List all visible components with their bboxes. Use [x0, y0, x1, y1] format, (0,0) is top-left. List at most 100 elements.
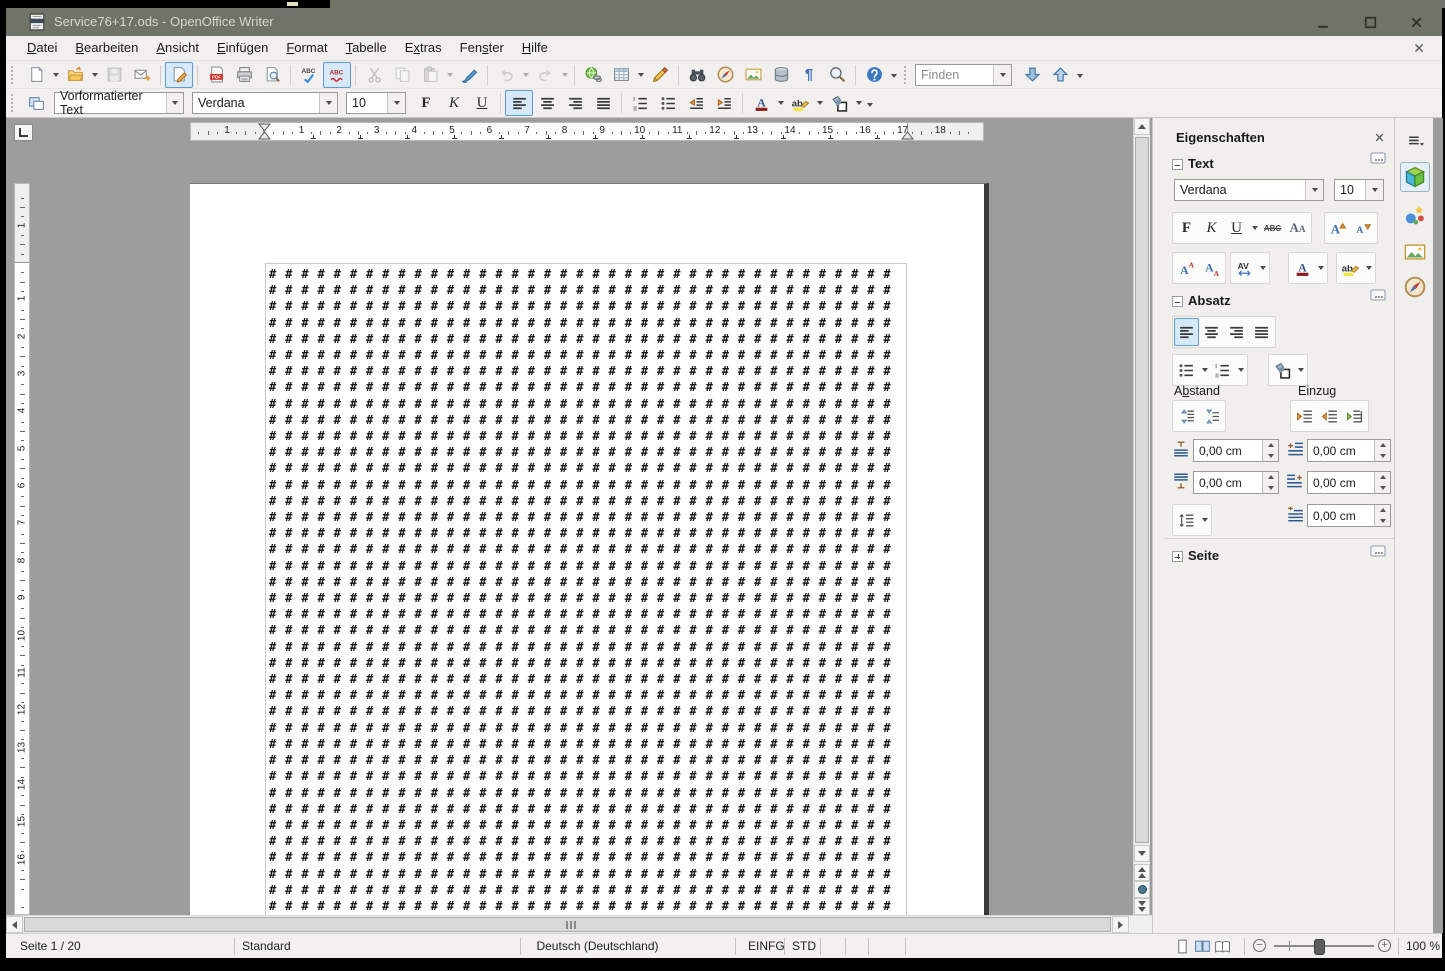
tab-properties[interactable]	[1400, 162, 1430, 192]
sidebar-highlighting-dropdown[interactable]	[1363, 256, 1374, 280]
sidebar-underline-button[interactable]: U	[1224, 214, 1249, 242]
spin-down[interactable]	[1375, 516, 1390, 527]
find-toolbar-overflow[interactable]	[1074, 64, 1085, 88]
sidebar-italic-button[interactable]: K	[1199, 214, 1224, 242]
increase-indent-button[interactable]	[710, 90, 738, 116]
tab-navigator[interactable]	[1400, 272, 1430, 302]
menu-item-tabelle[interactable]: Tabelle	[337, 36, 396, 60]
insert-table-dropdown[interactable]	[635, 63, 646, 87]
sidebar-align-right-button[interactable]	[1224, 318, 1249, 346]
formatting-toolbar-grip[interactable]	[11, 94, 16, 112]
paragraph-style-select[interactable]: Vorformatierter Text	[54, 92, 184, 114]
font-size-select[interactable]: 10	[346, 92, 406, 114]
font-size-dropdown[interactable]	[387, 93, 405, 113]
underline-button[interactable]: U	[468, 90, 496, 116]
status-language[interactable]: Deutsch (Deutschland)	[490, 939, 705, 953]
spin-up[interactable]	[1375, 505, 1390, 516]
tab-styles-formatting[interactable]	[1400, 200, 1430, 230]
page-preview-button[interactable]	[258, 62, 286, 88]
data-sources-button[interactable]	[767, 62, 795, 88]
find-input[interactable]: Finden	[915, 64, 1012, 86]
email-button[interactable]	[128, 62, 156, 88]
text-dialog-launcher-icon[interactable]	[1370, 152, 1386, 164]
scroll-down-button[interactable]	[1134, 845, 1150, 862]
strikethrough-button[interactable]: ABC	[1260, 214, 1285, 242]
toolbar-overflow-dropdown[interactable]	[888, 64, 899, 88]
status-insert-mode[interactable]: EINFG	[748, 939, 785, 953]
status-page-number[interactable]: Seite 1 / 20	[20, 939, 81, 953]
sidebar-font-color-button[interactable]	[1290, 254, 1315, 282]
scroll-right-button[interactable]	[1112, 916, 1129, 933]
decrease-font-size-button[interactable]	[1351, 214, 1376, 242]
status-page-style[interactable]: Standard	[242, 939, 291, 953]
vertical-scroll-thumb[interactable]	[1135, 137, 1149, 843]
background-color-button[interactable]	[825, 90, 853, 116]
export-pdf-button[interactable]	[202, 62, 230, 88]
character-spacing-dropdown[interactable]	[1257, 256, 1268, 280]
spin-down[interactable]	[1263, 451, 1278, 462]
sidebar-highlighting-button[interactable]	[1338, 254, 1363, 282]
highlighting-button[interactable]	[786, 90, 814, 116]
sidebar-bold-button[interactable]: F	[1174, 214, 1199, 242]
background-color-dropdown[interactable]	[853, 91, 864, 115]
zoom-slider-thumb[interactable]	[1314, 939, 1325, 955]
sidebar-font-size-dropdown[interactable]	[1365, 180, 1383, 200]
gallery-button[interactable]	[739, 62, 767, 88]
sidebar-align-left-button[interactable]	[1174, 318, 1199, 346]
paragraph-style-dropdown[interactable]	[166, 93, 183, 113]
font-name-dropdown[interactable]	[319, 93, 337, 113]
auto-spellcheck-toggle[interactable]	[323, 62, 351, 88]
find-dropdown[interactable]	[993, 65, 1011, 85]
spin-up[interactable]	[1375, 440, 1390, 451]
toolbar-grip[interactable]	[11, 66, 16, 84]
tab-stop-type-selector[interactable]	[14, 124, 33, 141]
open-button[interactable]	[61, 62, 89, 88]
subscript-button[interactable]	[1199, 254, 1224, 282]
menu-item-hilfe[interactable]: Hilfe	[513, 36, 557, 60]
navigator-button[interactable]	[711, 62, 739, 88]
horizontal-ruler[interactable]: 1123456789101112131415161718	[190, 122, 984, 141]
italic-button[interactable]: K	[440, 90, 468, 116]
after-text-indent-field[interactable]: 0,00 cm	[1307, 471, 1391, 494]
sidebar-align-justify-button[interactable]	[1249, 318, 1274, 346]
text-boundaries[interactable]: # # # # # # # # # # # # # # # # # # # # …	[265, 263, 907, 923]
navigate-by-button[interactable]	[1134, 881, 1150, 898]
status-selection-mode[interactable]: STD	[792, 939, 816, 953]
scroll-left-button[interactable]	[6, 916, 23, 933]
help-button[interactable]	[860, 62, 888, 88]
page-dialog-launcher-icon[interactable]	[1370, 545, 1386, 557]
bullet-list-dropdown[interactable]	[1199, 358, 1210, 382]
zoom-in-icon[interactable]: +	[1378, 939, 1391, 952]
menu-item-datei[interactable]: Datei	[18, 36, 66, 60]
find-next-button[interactable]	[1018, 62, 1046, 88]
maximize-button[interactable]	[1348, 8, 1392, 36]
open-dropdown[interactable]	[89, 63, 100, 87]
character-dialog-button[interactable]: AA	[1285, 214, 1310, 242]
spin-up[interactable]	[1375, 472, 1390, 483]
formatting-toolbar-overflow[interactable]	[864, 93, 875, 117]
menu-item-einfügen[interactable]: Einfügen	[208, 36, 277, 60]
paragraph-dialog-launcher-icon[interactable]	[1370, 289, 1386, 301]
spin-up[interactable]	[1263, 440, 1278, 451]
sidebar-menu-button[interactable]	[1400, 126, 1430, 156]
document-page[interactable]: # # # # # # # # # # # # # # # # # # # # …	[190, 183, 989, 916]
insert-table-button[interactable]	[607, 62, 635, 88]
minimize-button[interactable]	[1301, 8, 1345, 36]
menu-item-bearbeiten[interactable]: Bearbeiten	[66, 36, 147, 60]
new-document-dropdown[interactable]	[50, 63, 61, 87]
scroll-up-button[interactable]	[1134, 118, 1150, 135]
bullet-list-button[interactable]	[654, 90, 682, 116]
first-line-indent-field[interactable]: 0,00 cm	[1307, 504, 1391, 527]
find-replace-button[interactable]	[683, 62, 711, 88]
increase-font-size-button[interactable]	[1326, 214, 1351, 242]
close-button[interactable]	[1394, 8, 1438, 36]
edit-mode-toggle[interactable]	[165, 62, 193, 88]
find-previous-button[interactable]	[1046, 62, 1074, 88]
decrease-indent-button[interactable]	[682, 90, 710, 116]
single-page-view-icon[interactable]	[1174, 938, 1191, 955]
sidebar-font-size-select[interactable]: 10	[1334, 179, 1384, 201]
character-spacing-button[interactable]	[1232, 254, 1257, 282]
spin-up[interactable]	[1263, 472, 1278, 483]
line-spacing-button[interactable]	[1174, 506, 1199, 534]
horizontal-scrollbar[interactable]	[6, 915, 1152, 933]
